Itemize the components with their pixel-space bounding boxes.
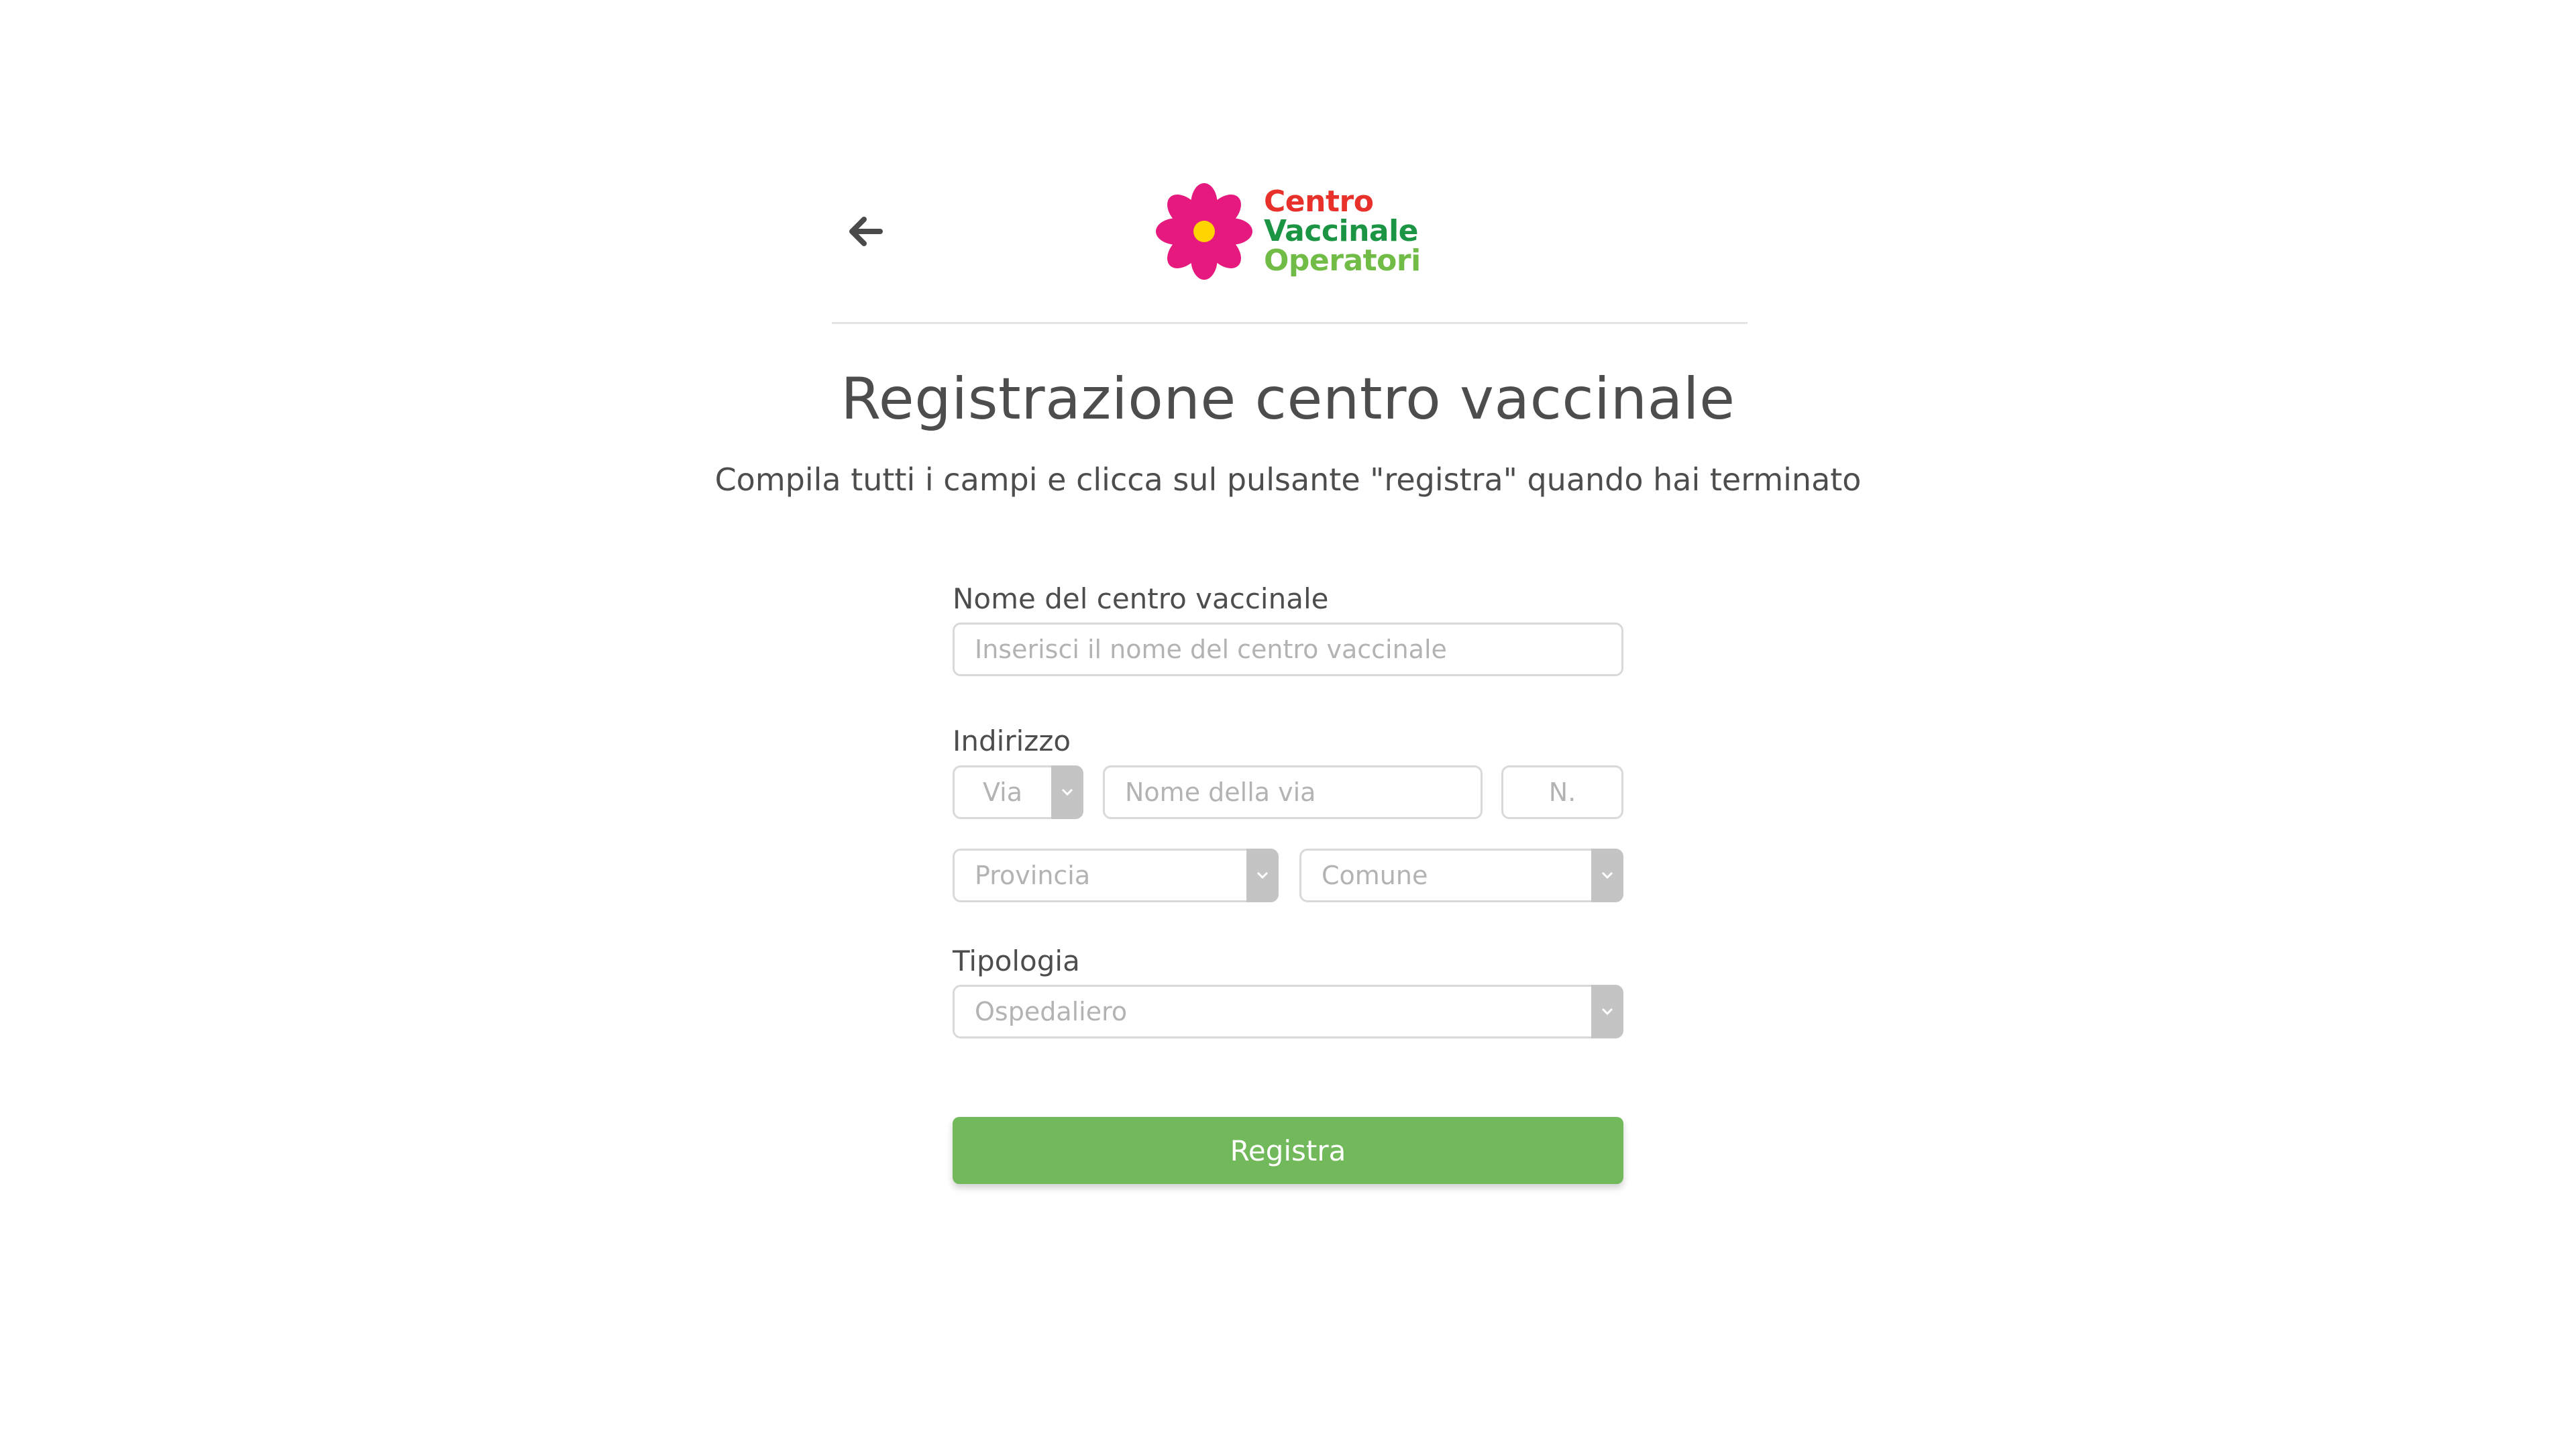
page-subtitle: Compila tutti i campi e clicca sul pulsa… [714,462,1862,498]
province-select[interactable]: Provincia [953,849,1279,902]
chevron-down-icon [1601,1008,1613,1016]
municipality-dropdown[interactable] [1591,849,1623,902]
logo-line-vaccinale: Vaccinale [1264,214,1419,248]
logo: Centro Vaccinale Operatori [1154,181,1436,282]
register-button[interactable]: Registra [953,1117,1623,1184]
street-type-value: Via [983,777,1023,807]
type-value: Ospedaliero [975,997,1128,1026]
address-label: Indirizzo [953,724,1071,757]
header-divider [832,322,1748,324]
page-title: Registrazione centro vaccinale [841,366,1735,433]
arrow-left-icon [849,217,883,246]
chevron-down-icon [1061,788,1073,796]
chevron-down-icon [1256,871,1269,879]
flower-logo-icon [1156,183,1252,280]
logo-text: Centro Vaccinale Operatori [1264,187,1421,276]
province-dropdown[interactable] [1246,849,1279,902]
street-name-input[interactable] [1105,767,1481,817]
municipality-value: Comune [1322,861,1428,890]
street-name-wrapper [1103,765,1483,819]
street-number-input[interactable] [1503,767,1621,817]
type-select[interactable]: Ospedaliero [953,985,1623,1038]
province-value: Provincia [975,861,1091,890]
logo-line-centro: Centro [1264,184,1374,219]
registration-page: Centro Vaccinale Operatori Registrazione… [0,0,2576,1449]
back-button[interactable] [842,211,889,252]
street-type-select[interactable]: Via [953,765,1083,819]
street-number-wrapper [1501,765,1623,819]
type-dropdown[interactable] [1591,985,1623,1038]
chevron-down-icon [1601,871,1613,879]
logo-line-operatori: Operatori [1264,244,1421,278]
name-field-wrapper [953,623,1623,676]
name-label: Nome del centro vaccinale [953,582,1329,615]
center-name-input[interactable] [955,625,1621,674]
municipality-select[interactable]: Comune [1299,849,1623,902]
street-type-dropdown[interactable] [1051,765,1083,819]
type-label: Tipologia [953,945,1080,977]
